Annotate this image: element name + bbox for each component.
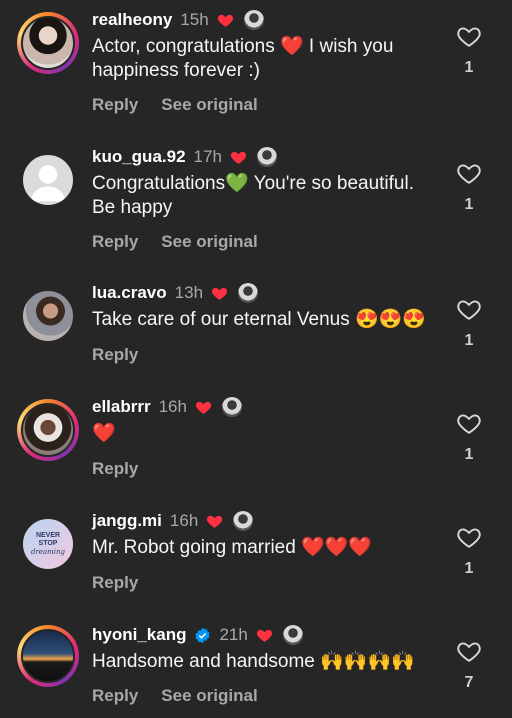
timestamp: 17h (193, 147, 222, 166)
reply-button[interactable]: Reply (92, 459, 138, 479)
comment-item: ellabrrr 16h ❤️ Reply 1 (0, 395, 512, 495)
comment-text: Congratulations💚 You're so beautiful. Be… (92, 173, 414, 218)
like-control: 1 (456, 525, 482, 578)
username[interactable]: jangg.mi (92, 511, 162, 531)
comment-actions: Reply (92, 459, 138, 479)
like-control: 1 (456, 411, 482, 464)
timestamp: 16h (158, 397, 187, 416)
comment-text: Handsome and handsome 🙌🙌🙌🙌 (92, 651, 415, 672)
see-original-button[interactable]: See original (161, 95, 257, 115)
comment-item: NEVER STOP dreaming jangg.mi 16h Mr. Rob… (0, 509, 512, 609)
avatar-story-ring[interactable] (17, 625, 79, 687)
avatar[interactable] (21, 16, 75, 70)
see-original-button[interactable]: See original (161, 686, 257, 706)
avatar-story-ring[interactable]: NEVER STOP dreaming (17, 513, 79, 575)
like-control: 7 (456, 639, 482, 692)
avatar-story-ring[interactable] (17, 399, 79, 461)
username[interactable]: kuo_gua.92 (92, 147, 186, 167)
avatar[interactable] (21, 403, 75, 457)
reply-button[interactable]: Reply (92, 573, 138, 593)
creator-liked-heart-icon (207, 515, 223, 528)
like-count: 1 (464, 332, 474, 349)
like-count: 1 (464, 59, 474, 76)
reply-button[interactable]: Reply (92, 232, 138, 252)
creator-liked-heart-icon (217, 14, 233, 27)
creator-avatar-icon (256, 147, 277, 167)
creator-avatar-icon (221, 397, 242, 417)
avatar-story-ring[interactable] (17, 285, 79, 347)
heart-outline-icon[interactable] (456, 639, 482, 663)
heart-outline-icon[interactable] (456, 297, 482, 321)
comment-header: ellabrrr 16h (92, 395, 242, 419)
heart-outline-icon[interactable] (456, 24, 482, 48)
comment-item: realheony 15h Actor, congratulations ❤️ … (0, 8, 512, 128)
avatar[interactable]: NEVER STOP dreaming (21, 517, 75, 571)
like-control: 1 (456, 161, 482, 214)
timestamp: 16h (169, 511, 199, 530)
username[interactable]: realheony (92, 10, 172, 30)
comment-header: kuo_gua.92 17h (92, 145, 277, 169)
creator-avatar-icon (238, 283, 259, 303)
comment-text: ❤️ (92, 423, 116, 444)
reply-button[interactable]: Reply (92, 95, 138, 115)
like-count: 1 (464, 196, 474, 213)
like-control: 1 (456, 24, 482, 77)
username[interactable]: ellabrrr (92, 397, 151, 417)
heart-outline-icon[interactable] (456, 161, 482, 185)
avatar-text: NEVER (35, 532, 61, 539)
comment-actions: Reply (92, 573, 138, 593)
comment-item: lua.cravo 13h Take care of our eternal V… (0, 281, 512, 381)
comment-header: hyoni_kang 21h (92, 623, 303, 647)
creator-liked-heart-icon (256, 629, 272, 642)
comment-item: kuo_gua.92 17h Congratulations💚 You're s… (0, 145, 512, 265)
comment-actions: Reply See original (92, 232, 258, 252)
comment-header: lua.cravo 13h (92, 281, 259, 305)
creator-liked-heart-icon (211, 287, 228, 300)
comment-actions: Reply See original (92, 95, 258, 115)
default-user-icon (30, 165, 66, 202)
like-count: 1 (464, 560, 474, 577)
reply-button[interactable]: Reply (92, 345, 138, 365)
creator-liked-heart-icon (230, 151, 246, 164)
like-count: 1 (464, 446, 474, 463)
timestamp: 13h (174, 283, 204, 302)
creator-avatar-icon (243, 10, 264, 30)
timestamp: 15h (180, 10, 209, 29)
like-control: 1 (456, 297, 482, 350)
comment-item: hyoni_kang 21h Handsome and handsome 🙌🙌🙌… (0, 623, 512, 718)
timestamp: 21h (219, 625, 248, 644)
creator-liked-heart-icon (195, 401, 212, 414)
creator-avatar-icon (233, 511, 254, 531)
comment-header: jangg.mi 16h (92, 509, 254, 533)
username[interactable]: hyoni_kang (92, 625, 186, 645)
avatar[interactable] (21, 289, 75, 343)
comment-text: Actor, congratulations ❤️ I wish you hap… (92, 36, 394, 81)
verified-badge-icon (195, 627, 211, 643)
see-original-button[interactable]: See original (161, 232, 257, 252)
avatar[interactable] (21, 153, 75, 207)
comment-text: Take care of our eternal Venus 😍😍😍 (92, 309, 426, 330)
avatar-story-ring[interactable] (17, 12, 79, 74)
comment-actions: Reply See original (92, 686, 258, 706)
like-count: 7 (464, 674, 474, 691)
comment-actions: Reply (92, 345, 138, 365)
heart-outline-icon[interactable] (456, 525, 482, 549)
username[interactable]: lua.cravo (92, 283, 167, 303)
creator-avatar-icon (282, 625, 303, 645)
heart-outline-icon[interactable] (456, 411, 482, 435)
avatar[interactable] (21, 629, 75, 683)
reply-button[interactable]: Reply (92, 686, 138, 706)
avatar-text: STOP (38, 540, 58, 547)
comment-text: Mr. Robot going married ❤️❤️❤️ (92, 537, 373, 558)
avatar-text: dreaming (30, 548, 65, 556)
avatar-story-ring[interactable] (17, 149, 79, 211)
comment-header: realheony 15h (92, 8, 264, 32)
